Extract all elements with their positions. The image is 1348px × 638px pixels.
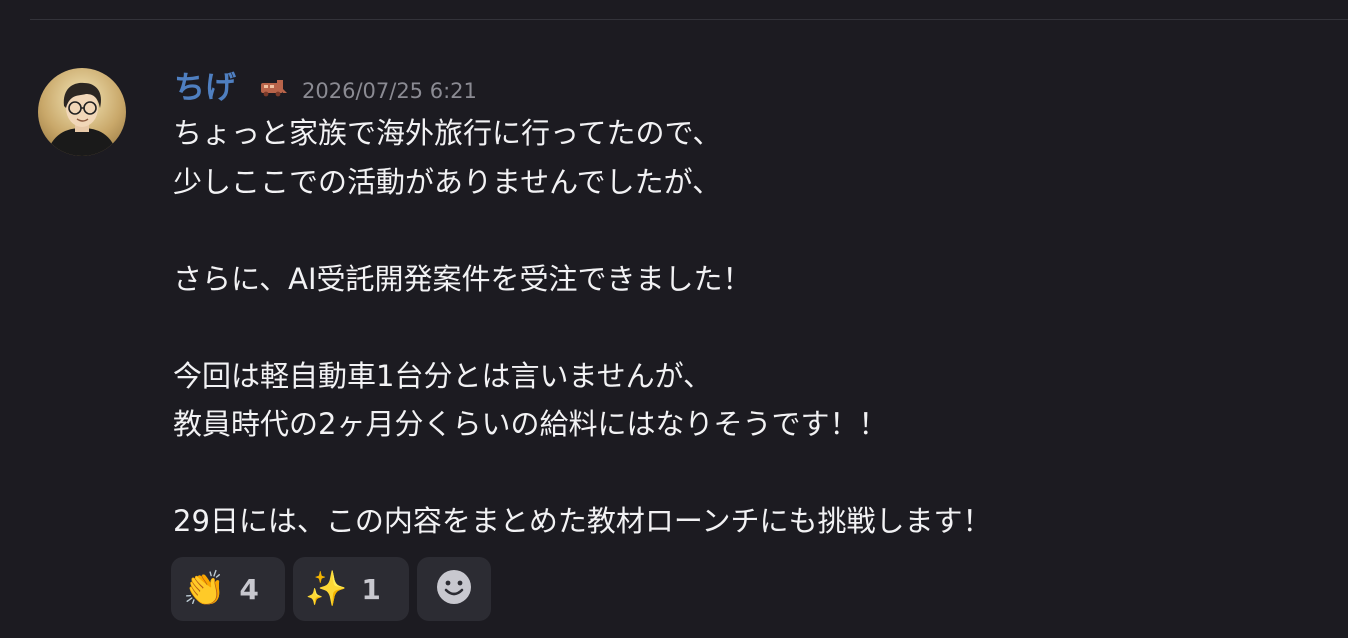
message-line: さらに、AI受託開発案件を受注できました！ <box>173 261 752 296</box>
reaction-count: 4 <box>239 572 259 606</box>
chat-message: ちげ 2026/07/25 6:21 ちょっと家族で海外旅行に行ってたので、 少… <box>0 0 1348 638</box>
message-content: ちょっと家族で海外旅行に行ってたので、 少しここでの活動がありませんでしたが、 … <box>173 109 1323 546</box>
message-timestamp[interactable]: 2026/07/25 6:21 <box>302 73 477 103</box>
reaction-bar: 👏 4 ✨ 1 <box>171 557 491 621</box>
avatar-illustration <box>46 82 118 156</box>
reaction-count: 1 <box>361 572 381 606</box>
message-line-blank <box>173 206 1323 255</box>
train-icon <box>258 78 288 98</box>
author-name[interactable]: ちげ <box>174 72 236 104</box>
smiley-face-icon <box>435 568 473 610</box>
sparkles-icon: ✨ <box>305 569 348 609</box>
avatar[interactable] <box>38 68 126 156</box>
message-line: 今回は軽自動車1台分とは言いませんが、 <box>173 358 713 393</box>
reaction-clapping-hands[interactable]: 👏 4 <box>171 557 285 621</box>
add-reaction-button[interactable] <box>417 557 491 621</box>
message-header: ちげ 2026/07/25 6:21 <box>174 64 477 112</box>
clapping-hands-icon: 👏 <box>183 569 226 609</box>
message-line-blank <box>173 303 1323 352</box>
message-line-blank <box>173 449 1323 498</box>
message-line: ちょっと家族で海外旅行に行ってたので、 <box>173 116 722 150</box>
message-line: 29日には、この内容をまとめた教材ローンチにも挑戦します！ <box>173 504 992 538</box>
reaction-sparkles[interactable]: ✨ 1 <box>293 557 409 621</box>
message-line: 少しここでの活動がありませんでしたが、 <box>173 164 722 199</box>
message-line: 教員時代の2ヶ月分くらいの給料にはなりそうです！！ <box>173 407 888 441</box>
